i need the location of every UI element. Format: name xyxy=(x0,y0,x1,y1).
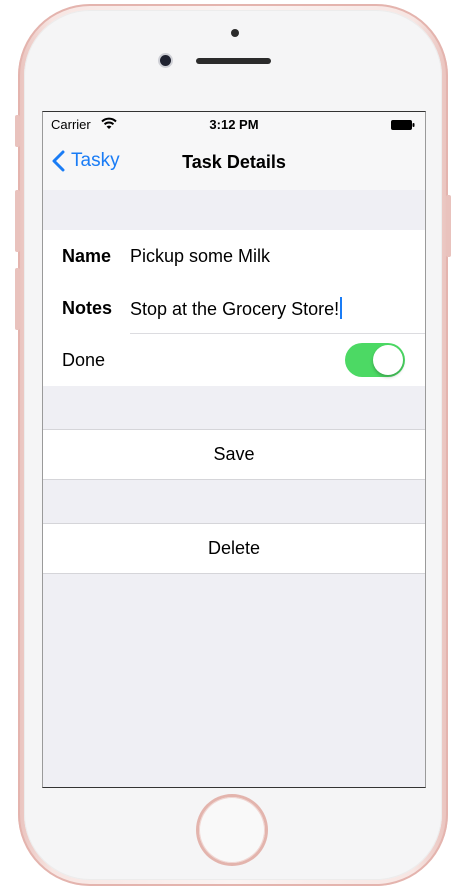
delete-button[interactable]: Delete xyxy=(43,523,425,574)
task-form: Name Pickup some Milk Notes Stop at the … xyxy=(43,230,425,386)
volume-down-button xyxy=(15,268,20,330)
save-button[interactable]: Save xyxy=(43,429,425,480)
page-title: Task Details xyxy=(182,152,286,172)
done-row: Done xyxy=(43,334,425,386)
screen: Carrier 3:12 PM Tasky Task Details Name … xyxy=(42,111,426,788)
text-cursor xyxy=(340,296,343,319)
status-bar: Carrier 3:12 PM xyxy=(43,112,425,136)
navigation-bar: Tasky Task Details xyxy=(43,136,425,190)
mute-switch xyxy=(15,115,20,147)
name-field[interactable]: Pickup some Milk xyxy=(130,246,270,267)
done-toggle[interactable] xyxy=(345,343,405,377)
power-button xyxy=(446,195,451,257)
front-camera xyxy=(160,55,171,66)
status-time: 3:12 PM xyxy=(209,117,259,132)
name-row: Name Pickup some Milk xyxy=(43,230,425,282)
earpiece-speaker xyxy=(196,58,271,64)
notes-field-wrapper[interactable]: Stop at the Grocery Store! xyxy=(130,296,343,320)
notes-row: Notes Stop at the Grocery Store! xyxy=(43,282,425,334)
battery-icon xyxy=(391,120,415,130)
notes-label: Notes xyxy=(62,297,113,318)
toggle-knob xyxy=(373,345,403,375)
proximity-sensor xyxy=(231,29,239,37)
home-button[interactable] xyxy=(199,797,265,863)
done-label: Done xyxy=(62,349,106,370)
save-button-label: Save xyxy=(213,444,255,464)
notes-field[interactable]: Stop at the Grocery Store! xyxy=(130,299,339,319)
delete-button-label: Delete xyxy=(207,538,261,558)
name-label: Name xyxy=(62,245,112,266)
volume-up-button xyxy=(15,190,20,252)
